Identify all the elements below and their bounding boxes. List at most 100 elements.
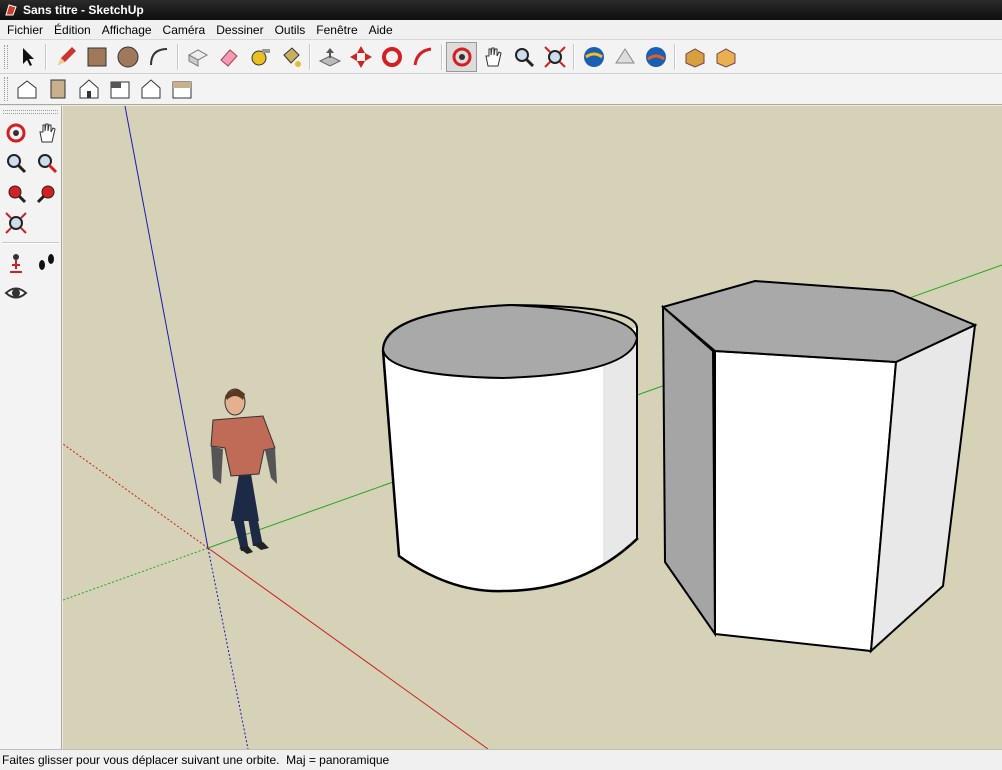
push-pull-button[interactable]	[314, 42, 345, 72]
green-axis-negative	[63, 547, 209, 601]
eraser-tool-button[interactable]	[213, 42, 244, 72]
right-view-button[interactable]	[104, 74, 135, 104]
cylinder-object[interactable]	[381, 303, 639, 593]
menu-bar: Fichier Édition Affichage Caméra Dessine…	[0, 20, 1002, 40]
zoom-tool-button[interactable]	[0, 148, 31, 178]
zoom-tool-button[interactable]	[508, 42, 539, 72]
select-tool-button[interactable]	[11, 42, 42, 72]
back-view-button[interactable]	[135, 74, 166, 104]
walk-icon	[38, 254, 54, 270]
scene-3d[interactable]	[63, 106, 1002, 749]
previous-view-button[interactable]	[0, 178, 31, 208]
circle-tool-button[interactable]	[112, 42, 143, 72]
next-view-icon	[36, 185, 54, 204]
toolbar-separator	[309, 43, 311, 70]
orbit-tool-button[interactable]	[0, 118, 31, 148]
window-title: Sans titre - SketchUp	[23, 3, 144, 17]
get-models-icon	[685, 47, 704, 68]
status-bar: Faites glisser pour vous déplacer suivan…	[0, 749, 1002, 770]
tape-measure-icon	[251, 48, 270, 65]
red-axis-negative	[63, 443, 209, 549]
push-pull-icon	[318, 47, 341, 67]
paint-bucket-button[interactable]	[275, 42, 306, 72]
get-location-icon	[645, 46, 666, 67]
rectangle-tool-button[interactable]	[81, 42, 112, 72]
person-figure[interactable]	[210, 388, 277, 554]
menu-dessiner[interactable]: Dessiner	[212, 23, 267, 37]
hexagonal-prism-object[interactable]	[660, 279, 978, 654]
zoom-window-button[interactable]	[31, 148, 62, 178]
menu-affichage[interactable]: Affichage	[98, 23, 156, 37]
google-earth-button[interactable]	[578, 42, 609, 72]
look-around-icon	[4, 287, 27, 299]
move-icon	[349, 45, 372, 68]
toolbar-grip[interactable]	[3, 110, 58, 114]
menu-outils[interactable]: Outils	[271, 23, 310, 37]
top-view-button[interactable]	[42, 74, 73, 104]
pencil-tool-button[interactable]	[50, 42, 81, 72]
zoom-extents-button[interactable]	[0, 208, 31, 238]
get-models-button[interactable]	[679, 42, 710, 72]
views-toolbar	[0, 74, 1002, 105]
orbit-icon	[6, 123, 25, 143]
camera-sidebar	[0, 106, 62, 749]
eraser-icon	[219, 48, 238, 67]
zoom-extents-button[interactable]	[539, 42, 570, 72]
iso-view-button[interactable]	[11, 74, 42, 104]
next-view-button[interactable]	[31, 178, 62, 208]
previous-view-icon	[8, 185, 26, 204]
left-view-button[interactable]	[166, 74, 197, 104]
zoom-icon	[6, 154, 26, 174]
status-text: Faites glisser pour vous déplacer suivan…	[2, 753, 390, 767]
tape-measure-button[interactable]	[244, 42, 275, 72]
look-around-button[interactable]	[0, 278, 31, 308]
menu-aide[interactable]: Aide	[365, 23, 397, 37]
menu-fichier[interactable]: Fichier	[3, 23, 47, 37]
make-component-icon	[187, 48, 208, 67]
position-camera-button[interactable]	[0, 248, 31, 278]
sidebar-separator	[2, 242, 59, 244]
rotate-icon	[381, 46, 402, 67]
pan-tool-button[interactable]	[477, 42, 508, 72]
position-camera-icon	[9, 254, 22, 273]
toolbar-grip[interactable]	[4, 77, 8, 101]
follow-me-icon	[413, 47, 431, 65]
rotate-tool-button[interactable]	[376, 42, 407, 72]
back-view-icon	[141, 79, 160, 99]
menu-camera[interactable]: Caméra	[159, 23, 210, 37]
follow-me-button[interactable]	[407, 42, 438, 72]
title-bar: Sans titre - SketchUp	[0, 0, 1002, 20]
sketchup-app-icon[interactable]	[4, 3, 18, 17]
place-model-button[interactable]	[609, 42, 640, 72]
right-view-icon	[110, 81, 129, 99]
share-model-button[interactable]	[710, 42, 741, 72]
pan-tool-button[interactable]	[31, 118, 62, 148]
select-icon	[22, 47, 34, 66]
pencil-icon	[57, 46, 76, 65]
orbit-tool-button[interactable]	[446, 41, 477, 72]
walk-tool-button[interactable]	[31, 248, 62, 278]
menu-fenetre[interactable]: Fenêtre	[312, 23, 361, 37]
pan-icon	[38, 123, 56, 143]
rectangle-icon	[87, 47, 106, 66]
zoom-icon	[514, 47, 534, 67]
zoom-window-icon	[37, 154, 57, 174]
get-location-button[interactable]	[640, 42, 671, 72]
pan-icon	[484, 47, 502, 66]
paint-bucket-icon	[282, 46, 301, 67]
toolbar-separator	[177, 43, 179, 70]
place-model-icon	[614, 47, 635, 63]
menu-edition[interactable]: Édition	[50, 23, 95, 37]
blue-axis-positive	[124, 106, 209, 549]
left-view-icon	[172, 81, 191, 99]
toolbar-grip[interactable]	[4, 44, 8, 69]
google-earth-icon	[583, 46, 604, 67]
orbit-icon	[452, 47, 471, 66]
arc-tool-button[interactable]	[143, 42, 174, 72]
move-tool-button[interactable]	[345, 42, 376, 72]
make-component-button[interactable]	[182, 42, 213, 72]
modeling-viewport[interactable]	[63, 106, 1002, 749]
iso-view-icon	[17, 80, 36, 99]
toolbar-separator	[45, 43, 47, 70]
front-view-button[interactable]	[73, 74, 104, 104]
